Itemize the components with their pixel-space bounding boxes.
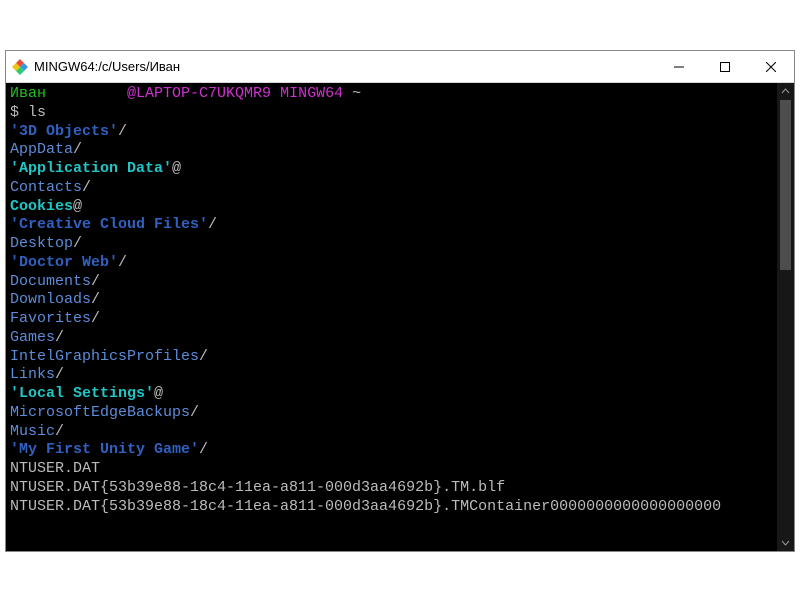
ls-item: 'My First Unity Game'	[10, 441, 199, 458]
window-title: MINGW64:/c/Users/Иван	[34, 59, 656, 74]
ls-row: 'My First Unity Game'/	[10, 441, 773, 460]
ls-row: IntelGraphicsProfiles/	[10, 348, 773, 367]
ls-suffix: /	[199, 441, 208, 458]
ls-item: Cookies	[10, 198, 73, 215]
ls-item: Desktop	[10, 235, 73, 252]
terminal-area: Иван @LAPTOP-C7UKQMR9 MINGW64 ~$ ls'3D O…	[6, 83, 794, 551]
prompt-line: Иван @LAPTOP-C7UKQMR9 MINGW64 ~	[10, 85, 773, 104]
ls-item: Contacts	[10, 179, 82, 196]
ls-item: 'Doctor Web'	[10, 254, 118, 271]
ls-suffix: /	[55, 423, 64, 440]
ls-item: 'Application Data'	[10, 160, 172, 177]
prompt-host: @LAPTOP-C7UKQMR9	[127, 85, 280, 102]
ls-row: NTUSER.DAT{53b39e88-18c4-11ea-a811-000d3…	[10, 479, 773, 498]
ls-suffix: @	[73, 198, 82, 215]
prompt-env: MINGW64	[280, 85, 352, 102]
ls-item: Games	[10, 329, 55, 346]
prompt-symbol: $	[10, 104, 28, 121]
scrollbar[interactable]	[777, 83, 794, 551]
ls-suffix: /	[91, 273, 100, 290]
prompt-user: Иван	[10, 85, 127, 102]
ls-item: NTUSER.DAT	[10, 460, 100, 477]
minimize-icon	[674, 62, 684, 72]
ls-suffix: /	[190, 404, 199, 421]
ls-suffix: @	[172, 160, 181, 177]
ls-suffix: /	[82, 179, 91, 196]
ls-row: Documents/	[10, 273, 773, 292]
ls-suffix: /	[55, 329, 64, 346]
window-controls	[656, 51, 794, 83]
ls-row: '3D Objects'/	[10, 123, 773, 142]
ls-row: Games/	[10, 329, 773, 348]
ls-suffix: /	[118, 123, 127, 140]
ls-item: Documents	[10, 273, 91, 290]
app-window: MINGW64:/c/Users/Иван Иван @LAPTOP-C7UKQ…	[5, 50, 795, 552]
ls-row: Contacts/	[10, 179, 773, 198]
ls-item: NTUSER.DAT{53b39e88-18c4-11ea-a811-000d3…	[10, 498, 721, 515]
minimize-button[interactable]	[656, 51, 702, 83]
prompt-cwd: ~	[352, 85, 361, 102]
ls-suffix: /	[118, 254, 127, 271]
ls-row: Downloads/	[10, 291, 773, 310]
ls-item: 'Creative Cloud Files'	[10, 216, 208, 233]
ls-row: 'Application Data'@	[10, 160, 773, 179]
maximize-button[interactable]	[702, 51, 748, 83]
scrollbar-track[interactable]	[777, 100, 794, 534]
command-line: $ ls	[10, 104, 773, 123]
app-icon	[12, 59, 28, 75]
titlebar[interactable]: MINGW64:/c/Users/Иван	[6, 51, 794, 83]
maximize-icon	[720, 62, 730, 72]
ls-suffix: @	[154, 385, 163, 402]
command-text: ls	[28, 104, 46, 121]
scroll-up-button[interactable]	[777, 83, 794, 100]
ls-item: '3D Objects'	[10, 123, 118, 140]
terminal[interactable]: Иван @LAPTOP-C7UKQMR9 MINGW64 ~$ ls'3D O…	[6, 83, 777, 551]
ls-suffix: /	[208, 216, 217, 233]
close-button[interactable]	[748, 51, 794, 83]
ls-row: MicrosoftEdgeBackups/	[10, 404, 773, 423]
ls-suffix: /	[199, 348, 208, 365]
scrollbar-thumb[interactable]	[780, 100, 791, 270]
ls-item: Links	[10, 366, 55, 383]
ls-row: Cookies@	[10, 198, 773, 217]
ls-item: 'Local Settings'	[10, 385, 154, 402]
ls-row: 'Creative Cloud Files'/	[10, 216, 773, 235]
ls-item: Music	[10, 423, 55, 440]
ls-row: 'Local Settings'@	[10, 385, 773, 404]
ls-row: Favorites/	[10, 310, 773, 329]
ls-item: MicrosoftEdgeBackups	[10, 404, 190, 421]
ls-suffix: /	[91, 310, 100, 327]
ls-suffix: /	[73, 235, 82, 252]
ls-row: Desktop/	[10, 235, 773, 254]
chevron-up-icon	[781, 87, 790, 96]
ls-row: Music/	[10, 423, 773, 442]
chevron-down-icon	[781, 538, 790, 547]
scroll-down-button[interactable]	[777, 534, 794, 551]
ls-suffix: /	[73, 141, 82, 158]
ls-row: Links/	[10, 366, 773, 385]
ls-item: NTUSER.DAT{53b39e88-18c4-11ea-a811-000d3…	[10, 479, 505, 496]
ls-row: NTUSER.DAT	[10, 460, 773, 479]
ls-suffix: /	[55, 366, 64, 383]
ls-item: Downloads	[10, 291, 91, 308]
ls-item: IntelGraphicsProfiles	[10, 348, 199, 365]
ls-row: 'Doctor Web'/	[10, 254, 773, 273]
ls-row: NTUSER.DAT{53b39e88-18c4-11ea-a811-000d3…	[10, 498, 773, 517]
ls-item: AppData	[10, 141, 73, 158]
ls-item: Favorites	[10, 310, 91, 327]
close-icon	[766, 62, 776, 72]
ls-suffix: /	[91, 291, 100, 308]
ls-row: AppData/	[10, 141, 773, 160]
